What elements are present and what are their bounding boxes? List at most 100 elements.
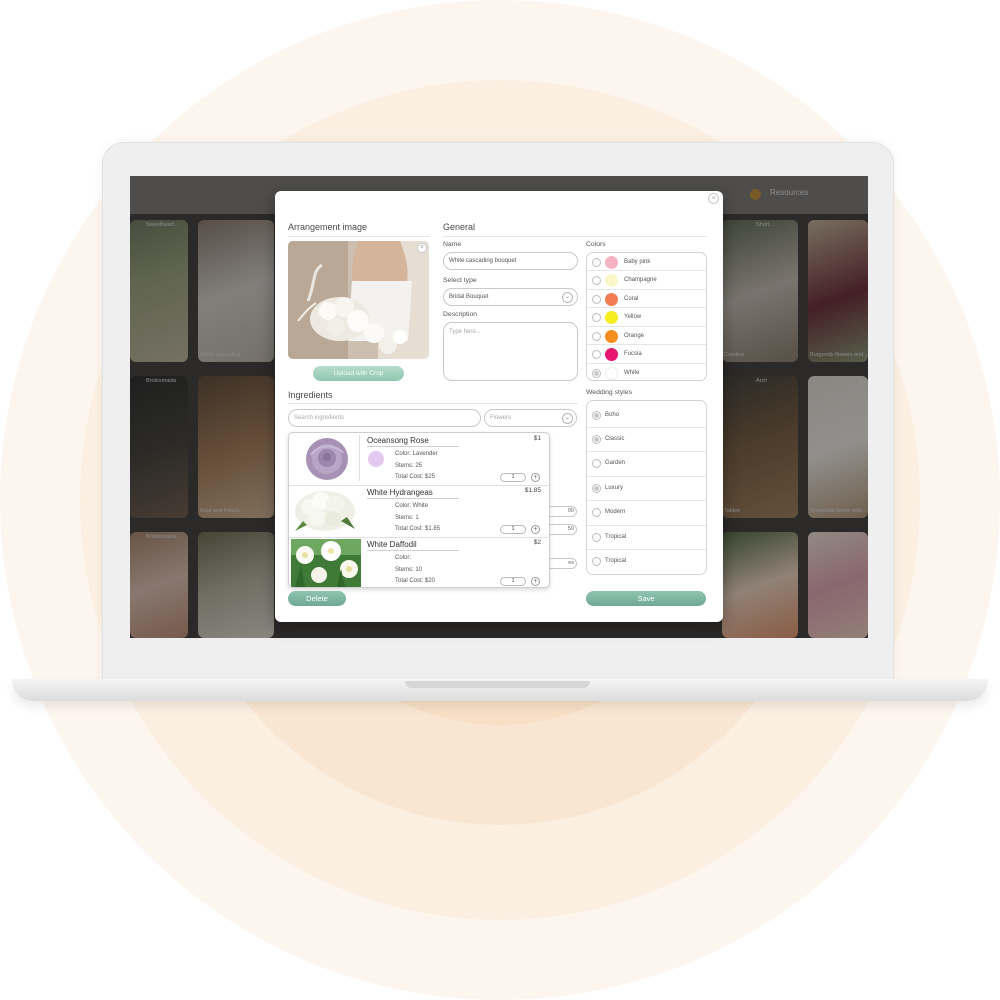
ingredient-color: Color: — [395, 555, 412, 561]
color-radio[interactable] — [592, 313, 601, 322]
wedding-style-radio[interactable] — [592, 434, 601, 444]
color-swatch — [605, 366, 618, 380]
color-swatch — [605, 311, 618, 324]
color-option-label: Baby pink — [624, 258, 651, 265]
description-textarea[interactable]: Type here... — [443, 322, 578, 381]
remove-image-icon[interactable]: × — [417, 243, 427, 253]
color-option-label: White — [624, 369, 640, 376]
type-label: Select type — [443, 277, 477, 284]
color-swatch — [605, 274, 618, 287]
ingredient-stems: Stems: 25 — [395, 463, 423, 469]
add-icon[interactable]: + — [531, 577, 540, 586]
row-divider — [587, 307, 706, 308]
color-radio[interactable] — [592, 331, 601, 341]
close-icon[interactable]: × — [708, 193, 719, 204]
ingredient-name: White Daffodil — [367, 540, 417, 549]
quantity-input[interactable]: 1 — [500, 525, 526, 534]
wedding-style-label: Luxury — [605, 484, 624, 491]
color-option-label: Fucsia — [624, 351, 642, 357]
wedding-style-label: Modern — [605, 509, 626, 516]
quantity-input[interactable]: 1 — [500, 473, 526, 482]
underline — [367, 446, 459, 447]
search-ingredients-input[interactable]: Search ingredients — [288, 409, 481, 427]
chevron-down-icon[interactable]: ⌄ — [562, 413, 573, 424]
color-swatch — [605, 348, 618, 361]
marketing-scene: Resources Sweetheart... White cascading.… — [0, 0, 1000, 1000]
daffodil-image — [291, 539, 361, 587]
ingredient-name: White Hydrangeas — [367, 488, 433, 497]
color-option-label: Orange — [624, 332, 645, 339]
general-title: General — [443, 222, 476, 232]
colors-label: Colors — [586, 241, 606, 248]
color-radio[interactable] — [592, 350, 601, 359]
divider — [288, 236, 430, 237]
wedding-styles-label: Wedding styles — [586, 389, 632, 396]
color-option-label: Coral — [624, 295, 639, 302]
row-divider — [587, 451, 706, 452]
color-option-label: Champagne — [624, 277, 657, 283]
wedding-style-label: Tropical — [605, 533, 627, 540]
color-radio[interactable] — [592, 257, 601, 267]
color-swatch — [605, 329, 618, 343]
add-icon[interactable]: + — [531, 473, 540, 482]
ingredient-name: Oceansong Rose — [367, 436, 429, 445]
wedding-style-label: Classic — [605, 435, 625, 442]
color-option-label: Yellow — [624, 314, 642, 320]
row-divider — [587, 525, 706, 526]
chevron-down-icon[interactable]: ⌄ — [562, 292, 573, 303]
type-select[interactable]: Bridal Bouquet — [443, 288, 578, 306]
wedding-style-radio[interactable] — [592, 532, 601, 542]
ingredient-total: Total Cost: $25 — [395, 474, 436, 480]
laptop-notch — [405, 681, 590, 688]
ingredient-color: Color: White — [395, 503, 429, 509]
bouquet-image — [288, 241, 429, 359]
ingredient-stems: Stems: 1 — [395, 515, 419, 521]
color-swatch — [605, 292, 618, 306]
quantity-input[interactable]: 1 — [500, 577, 526, 586]
row-divider — [587, 363, 706, 364]
name-label: Name — [443, 241, 462, 248]
color-radio[interactable] — [592, 294, 601, 304]
row-divider — [289, 537, 549, 538]
color-swatch — [605, 255, 618, 269]
row-divider — [587, 549, 706, 550]
ingredient-price: $1 — [533, 435, 541, 442]
row-divider — [587, 476, 706, 477]
arrangement-image-title: Arrangement image — [288, 222, 368, 232]
divider — [443, 236, 707, 237]
upload-with-crop-button[interactable]: Upload with Crop — [313, 366, 404, 381]
wedding-style-radio[interactable] — [592, 410, 601, 420]
row-divider — [587, 270, 706, 271]
row-divider — [587, 326, 706, 327]
name-input[interactable]: White cascading bouquet — [443, 252, 578, 270]
description-label: Description — [443, 311, 477, 318]
row-divider — [289, 485, 549, 486]
row-divider — [587, 427, 706, 428]
arrangement-photo — [288, 241, 429, 359]
divider — [359, 435, 360, 481]
rose-image — [295, 435, 355, 483]
row-divider — [587, 289, 706, 290]
wedding-style-radio[interactable] — [592, 483, 601, 493]
row-divider — [587, 344, 706, 345]
ingredient-total: Total Cost: $20 — [395, 578, 436, 584]
save-button[interactable]: Save — [586, 591, 706, 606]
color-swatch — [368, 451, 384, 467]
ingredient-color: Color: Lavender — [395, 451, 438, 457]
ingredients-title: Ingredients — [288, 390, 333, 400]
delete-button[interactable]: Delete — [288, 591, 346, 606]
color-radio[interactable] — [592, 276, 601, 285]
wedding-style-label: Tropical — [605, 557, 627, 564]
add-icon[interactable]: + — [531, 525, 540, 534]
ingredient-stems: Stems: 10 — [395, 567, 423, 573]
color-radio[interactable] — [592, 368, 601, 378]
ingredient-results: Oceansong Rose $1 Color: Lavender Stems:… — [288, 432, 550, 588]
ingredient-price: $1.85 — [524, 487, 541, 494]
wedding-style-label: Garden — [605, 460, 626, 467]
wedding-style-label: Boho — [605, 411, 620, 418]
underline — [367, 498, 459, 499]
wedding-style-radio[interactable] — [592, 556, 601, 566]
ingredient-price: $2 — [533, 539, 541, 546]
hydrangea-image — [291, 487, 361, 535]
row-divider — [587, 500, 706, 501]
